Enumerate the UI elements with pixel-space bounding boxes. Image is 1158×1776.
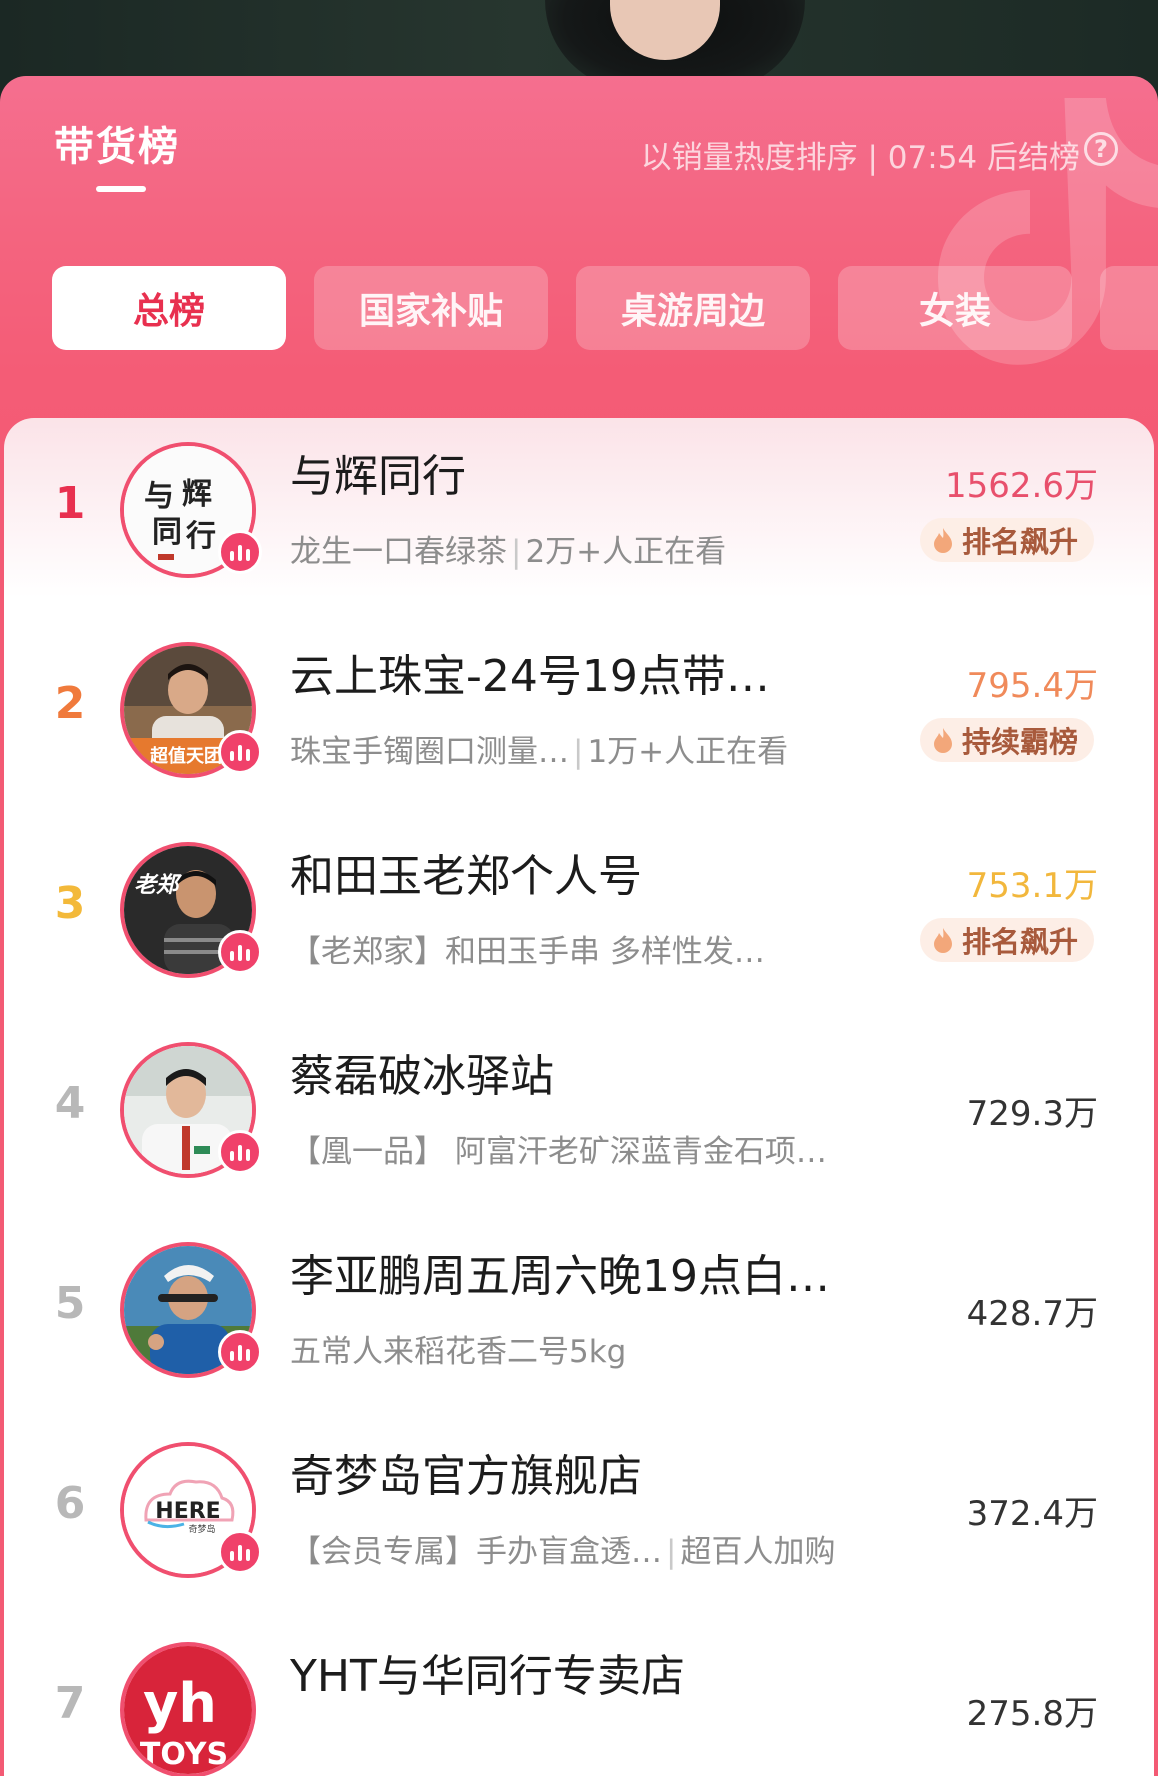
streamer-name: 和田玉老郑个人号 [290,851,642,902]
list-item[interactable]: 7 yh TOYS YHT与华同行专卖店 275.8万 [4,1618,1154,1776]
streamer-name: 与辉同行 [290,451,466,502]
rank-number: 2 [54,678,86,729]
rank-number: 6 [54,1478,86,1529]
list-item[interactable]: 6 HERE 奇梦岛 奇梦岛官方旗舰店 【会员专属】手办盲盒透… | 超百人加购 3… [4,1418,1154,1618]
list-item[interactable]: 2 超值天团 云上珠宝-24号19点带… 珠宝手镯圈口测量… | 1万+人正在看 7… [4,618,1154,818]
ranking-list: 1 与 辉 同 行 与辉同行 龙生一口春绿茶 | 2万+人正在看 1562.6万 排… [4,418,1154,1776]
svg-text:老郑: 老郑 [134,872,182,898]
item-subtitle: 【老郑家】和田玉手串 多样性发… [290,934,765,970]
status-badge: 排名飙升 [919,518,1094,562]
live-bars-icon [218,1330,262,1374]
svg-text:TOYS: TOYS [140,1737,228,1772]
live-bars-icon [218,1530,262,1574]
rank-number: 4 [54,1078,86,1129]
help-icon[interactable]: ? [1084,132,1118,166]
sales-value: 372.4万 [966,1494,1098,1534]
sales-value: 795.4万 [966,666,1098,706]
streamer-name: YHT与华同行专卖店 [290,1651,685,1702]
svg-text:辉: 辉 [182,477,212,512]
rank-number: 7 [54,1678,86,1729]
sales-value: 428.7万 [966,1294,1098,1334]
streamer-name: 奇梦岛官方旗舰店 [290,1451,642,1502]
tab-overall[interactable]: 总榜 [52,266,286,350]
rank-number: 5 [54,1278,86,1329]
rank-number: 1 [54,478,86,529]
item-subtitle: 【会员专属】手办盲盒透… | 超百人加购 [290,1534,836,1570]
svg-text:与: 与 [144,479,174,514]
streamer-name: 李亚鹏周五周六晚19点白… [290,1251,830,1302]
item-subtitle: 五常人来稻花香二号5kg [290,1334,627,1370]
live-bars-icon [218,730,262,774]
sales-value: 753.1万 [966,866,1098,906]
svg-text:超值天团: 超值天团 [150,745,222,767]
ranking-info: 以销量热度排序 | 07:54 后结榜 [640,140,1080,176]
avatar[interactable]: yh TOYS [120,1642,256,1776]
page-title[interactable]: 带货榜 [54,114,180,172]
rank-number: 3 [54,878,86,929]
tab-board-games[interactable]: 桌游周边 [576,266,810,350]
item-subtitle: 【凰一品】 阿富汗老矿深蓝青金石项… [290,1134,827,1170]
svg-text:HERE: HERE [155,1499,220,1524]
live-bars-icon [218,530,262,574]
tab-jewelry[interactable]: 珠 [1100,266,1158,350]
tab-national-subsidy[interactable]: 国家补贴 [314,266,548,350]
live-bars-icon [218,1130,262,1174]
list-item[interactable]: 5 李亚鹏周五周六晚19点白… 五常人来稻花香二号5kg 428.7万 [4,1218,1154,1418]
sales-value: 729.3万 [966,1094,1098,1134]
svg-text:奇梦岛: 奇梦岛 [188,1523,215,1535]
flame-icon [933,928,952,953]
status-badge: 排名飙升 [919,918,1094,962]
streamer-name: 蔡磊破冰驿站 [290,1051,554,1102]
tab-womens-clothing[interactable]: 女装 [838,266,1072,350]
list-item[interactable]: 3 老郑 和田玉老郑个人号 【老郑家】和田玉手串 多样性发… 753.1万 排名… [4,818,1154,1018]
streamer-name: 云上珠宝-24号19点带… [290,651,770,702]
list-item[interactable]: 4 蔡磊破冰驿站 【凰一品】 阿富汗老矿深蓝青金石项… 729.3万 [4,1018,1154,1218]
list-item[interactable]: 1 与 辉 同 行 与辉同行 龙生一口春绿茶 | 2万+人正在看 1562.6万 排… [4,418,1154,618]
svg-text:行: 行 [185,519,216,554]
title-underline [96,186,146,192]
item-subtitle: 珠宝手镯圈口测量… | 1万+人正在看 [290,734,789,770]
svg-text:同: 同 [152,515,182,550]
sales-value: 1562.6万 [945,466,1098,506]
svg-text:yh: yh [143,1672,217,1735]
live-bars-icon [218,930,262,974]
status-badge: 持续霸榜 [919,718,1094,762]
sales-ranking-panel: 带货榜 以销量热度排序 | 07:54 后结榜 ? 总榜 国家补贴 桌游周边 女… [0,76,1158,1776]
flame-icon [933,728,952,753]
sales-value: 275.8万 [966,1694,1098,1734]
category-tabs: 总榜 国家补贴 桌游周边 女装 珠 [52,266,1158,350]
item-subtitle: 龙生一口春绿茶 | 2万+人正在看 [290,534,727,570]
flame-icon [933,528,952,553]
